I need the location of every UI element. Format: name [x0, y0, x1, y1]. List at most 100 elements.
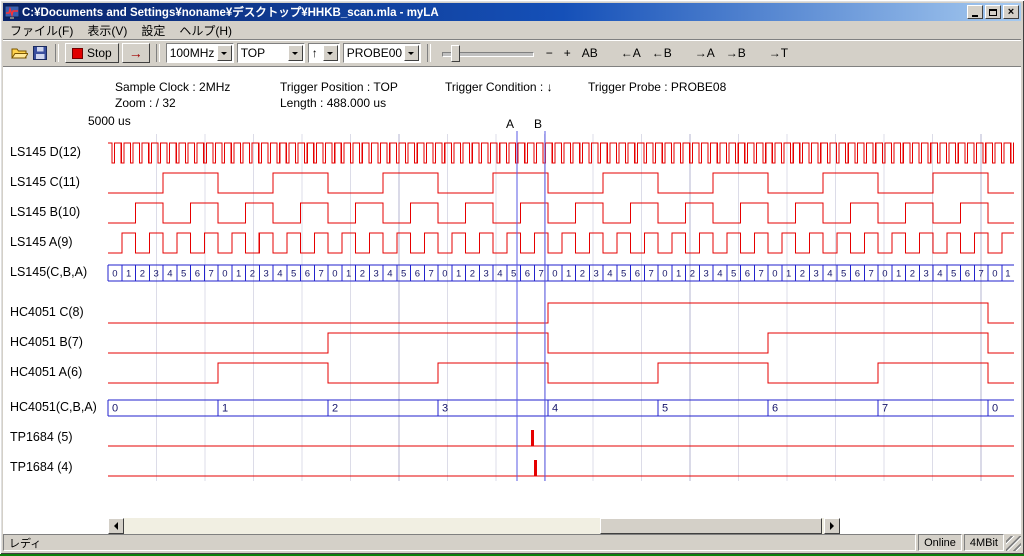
bus-value: 2	[690, 269, 695, 280]
chevron-down-icon[interactable]	[288, 45, 303, 61]
goto-a-right-button[interactable]: →A	[691, 45, 719, 61]
status-online: Online	[918, 534, 962, 551]
bus-value: 2	[250, 269, 255, 280]
pulse-mark	[534, 460, 537, 476]
slider-thumb[interactable]	[451, 45, 460, 62]
bus-value: 0	[112, 403, 118, 415]
scroll-left-button[interactable]	[108, 518, 124, 534]
toolbar-separator	[55, 44, 59, 62]
bus-value: 4	[607, 269, 612, 280]
goto-b-left-button[interactable]: ←B	[648, 45, 676, 61]
chevron-down-icon[interactable]	[323, 45, 338, 61]
cursor-a-label: A	[506, 117, 514, 131]
sample-clock-select[interactable]: 100MHz	[166, 43, 234, 63]
bus-value: 0	[992, 403, 998, 415]
bus-value: 4	[387, 269, 392, 280]
bus-value: 2	[360, 269, 365, 280]
run-button[interactable]: →	[122, 43, 150, 63]
bus-value: 6	[305, 269, 310, 280]
bus-value: 0	[442, 269, 447, 280]
bus-value: 5	[181, 269, 186, 280]
chevron-glyph	[292, 52, 298, 58]
bus-value: 3	[263, 269, 268, 280]
menu-help[interactable]: ヘルプ(H)	[172, 21, 239, 40]
bus-value: 1	[346, 269, 351, 280]
scrollbar-thumb[interactable]	[600, 518, 822, 534]
bus-value: 6	[415, 269, 420, 280]
goto-b-right-button[interactable]: →B	[722, 45, 750, 61]
chevron-down-icon[interactable]	[404, 45, 419, 61]
trigger-edge-value: ↑	[309, 46, 323, 60]
menu-bar: ファイル(F) 表示(V) 設定 ヘルプ(H)	[3, 21, 1021, 39]
bus-value: 0	[992, 269, 997, 280]
bus-value: 2	[140, 269, 145, 280]
bus-value: 2	[470, 269, 475, 280]
menu-view[interactable]: 表示(V)	[80, 21, 134, 40]
bus-value: 1	[126, 269, 131, 280]
waveform-trace	[108, 303, 1014, 323]
title-bar[interactable]: C:¥Documents and Settings¥noname¥デスクトップ¥…	[3, 3, 1021, 21]
maximize-button[interactable]	[985, 5, 1001, 19]
close-button[interactable]: ×	[1003, 5, 1019, 19]
stop-icon	[72, 48, 83, 59]
zoom-slider[interactable]	[442, 44, 534, 62]
trigger-probe-value: PROBE00	[344, 46, 404, 60]
chevron-glyph	[327, 52, 333, 58]
bus-value: 7	[978, 269, 983, 280]
menu-settings[interactable]: 設定	[134, 21, 172, 40]
triangle-right-icon	[830, 522, 838, 530]
bus-value: 2	[800, 269, 805, 280]
bus-value: 6	[855, 269, 860, 280]
bus-value: 6	[195, 269, 200, 280]
bus-value: 3	[813, 269, 818, 280]
bus-value: 1	[222, 403, 228, 415]
minimize-button[interactable]	[967, 5, 983, 19]
scroll-right-button[interactable]	[824, 518, 840, 534]
waveform-trace	[108, 143, 1014, 163]
goto-a-left-button[interactable]: ←A	[617, 45, 645, 61]
stop-button[interactable]: Stop	[65, 43, 119, 63]
bus-value: 2	[910, 269, 915, 280]
waveform-panel: Sample Clock : 2MHz Trigger Position : T…	[3, 66, 1021, 534]
zoom-out-button[interactable]: −	[542, 45, 557, 61]
bus-value: 7	[882, 403, 888, 415]
bus-value: 1	[1005, 269, 1010, 280]
bus-value: 4	[717, 269, 722, 280]
bus-value: 0	[222, 269, 227, 280]
toolbar: Stop → 100MHz TOP ↑ PROBE00 − + AB	[3, 39, 1021, 66]
save-button[interactable]	[31, 45, 49, 61]
bus-value: 6	[745, 269, 750, 280]
status-bar: レディ Online 4MBit	[3, 534, 1021, 551]
bus-value: 3	[483, 269, 488, 280]
chevron-down-icon[interactable]	[217, 45, 232, 61]
close-icon: ×	[1008, 7, 1014, 17]
bus-value: 0	[332, 269, 337, 280]
bus-value: 0	[882, 269, 887, 280]
chevron-glyph	[408, 52, 414, 58]
menu-file[interactable]: ファイル(F)	[3, 21, 80, 40]
bus-value: 1	[456, 269, 461, 280]
bus-value: 3	[153, 269, 158, 280]
bus-value: 5	[841, 269, 846, 280]
window-title: C:¥Documents and Settings¥noname¥デスクトップ¥…	[22, 4, 967, 20]
ab-cursors-button[interactable]: AB	[578, 45, 602, 61]
open-button[interactable]	[10, 45, 28, 61]
bus-value: 7	[648, 269, 653, 280]
waveform-trace	[108, 333, 1014, 353]
bus-value: 4	[277, 269, 282, 280]
goto-trigger-button[interactable]: →T	[765, 45, 792, 61]
bus-value: 4	[497, 269, 502, 280]
trigger-probe-select[interactable]: PROBE00	[343, 43, 421, 63]
maximize-icon	[989, 9, 997, 16]
trigger-edge-select[interactable]: ↑	[308, 43, 340, 63]
waveform-svg: 0123456701234567012345670123456701234567…	[3, 67, 1021, 534]
chevron-glyph	[221, 52, 227, 58]
zoom-in-button[interactable]: +	[560, 45, 575, 61]
bus-value: 2	[580, 269, 585, 280]
resize-grip[interactable]	[1006, 536, 1021, 551]
stop-label: Stop	[87, 46, 112, 60]
horizontal-scrollbar[interactable]	[108, 518, 840, 534]
bus-value: 3	[923, 269, 928, 280]
trigger-position-select[interactable]: TOP	[237, 43, 305, 63]
bus-value: 5	[621, 269, 626, 280]
